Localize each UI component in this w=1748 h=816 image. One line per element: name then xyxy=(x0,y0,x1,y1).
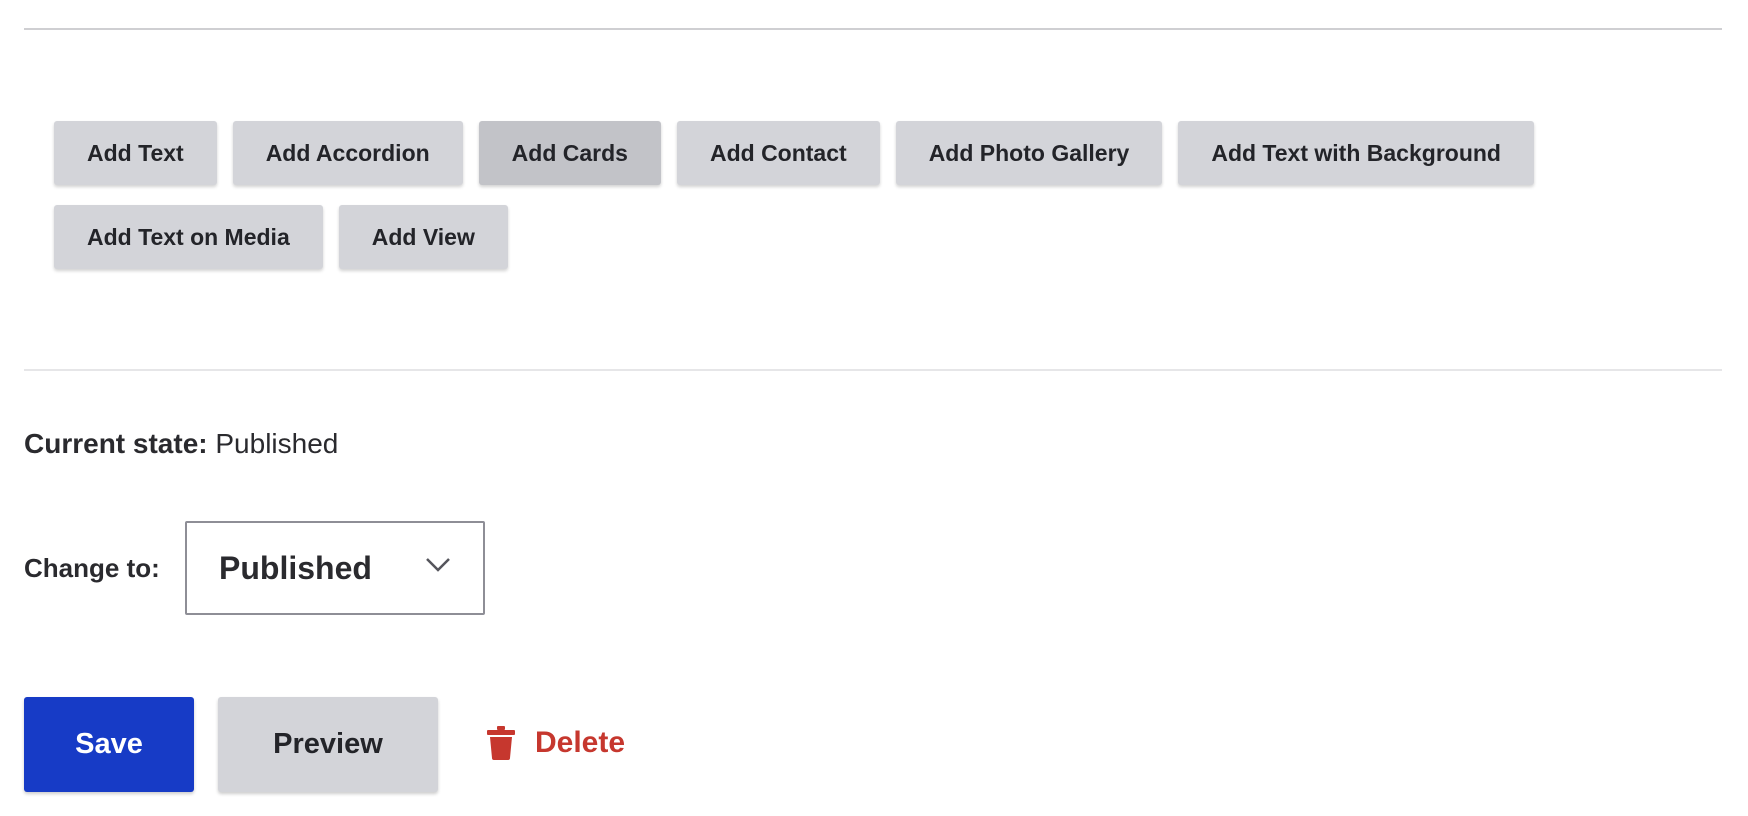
add-component-row-2: Add Text on Media Add View xyxy=(54,205,508,269)
top-divider xyxy=(24,28,1722,30)
add-cards-button[interactable]: Add Cards xyxy=(478,121,661,185)
preview-button[interactable]: Preview xyxy=(218,697,438,792)
change-to-select[interactable]: Published xyxy=(185,521,485,615)
change-to-selected-value: Published xyxy=(219,549,372,586)
current-state-value: Published xyxy=(215,428,339,459)
save-button[interactable]: Save xyxy=(24,697,194,792)
add-accordion-button[interactable]: Add Accordion xyxy=(232,121,463,185)
trash-icon xyxy=(487,726,515,760)
delete-label: Delete xyxy=(535,726,626,759)
delete-link[interactable]: Delete xyxy=(487,726,625,760)
add-contact-button[interactable]: Add Contact xyxy=(676,121,880,185)
add-component-row-1: Add Text Add Accordion Add Cards Add Con… xyxy=(54,121,1534,185)
section-divider xyxy=(24,369,1722,371)
add-text-button[interactable]: Add Text xyxy=(54,121,217,185)
change-to-label: Change to: xyxy=(24,553,160,583)
add-view-button[interactable]: Add View xyxy=(338,205,508,269)
current-state: Current state: Published xyxy=(24,428,338,460)
chevron-down-icon xyxy=(426,558,450,572)
current-state-label: Current state: xyxy=(24,428,208,459)
add-text-on-media-button[interactable]: Add Text on Media xyxy=(54,205,323,269)
add-text-with-background-button[interactable]: Add Text with Background xyxy=(1178,121,1534,185)
add-photo-gallery-button[interactable]: Add Photo Gallery xyxy=(895,121,1163,185)
